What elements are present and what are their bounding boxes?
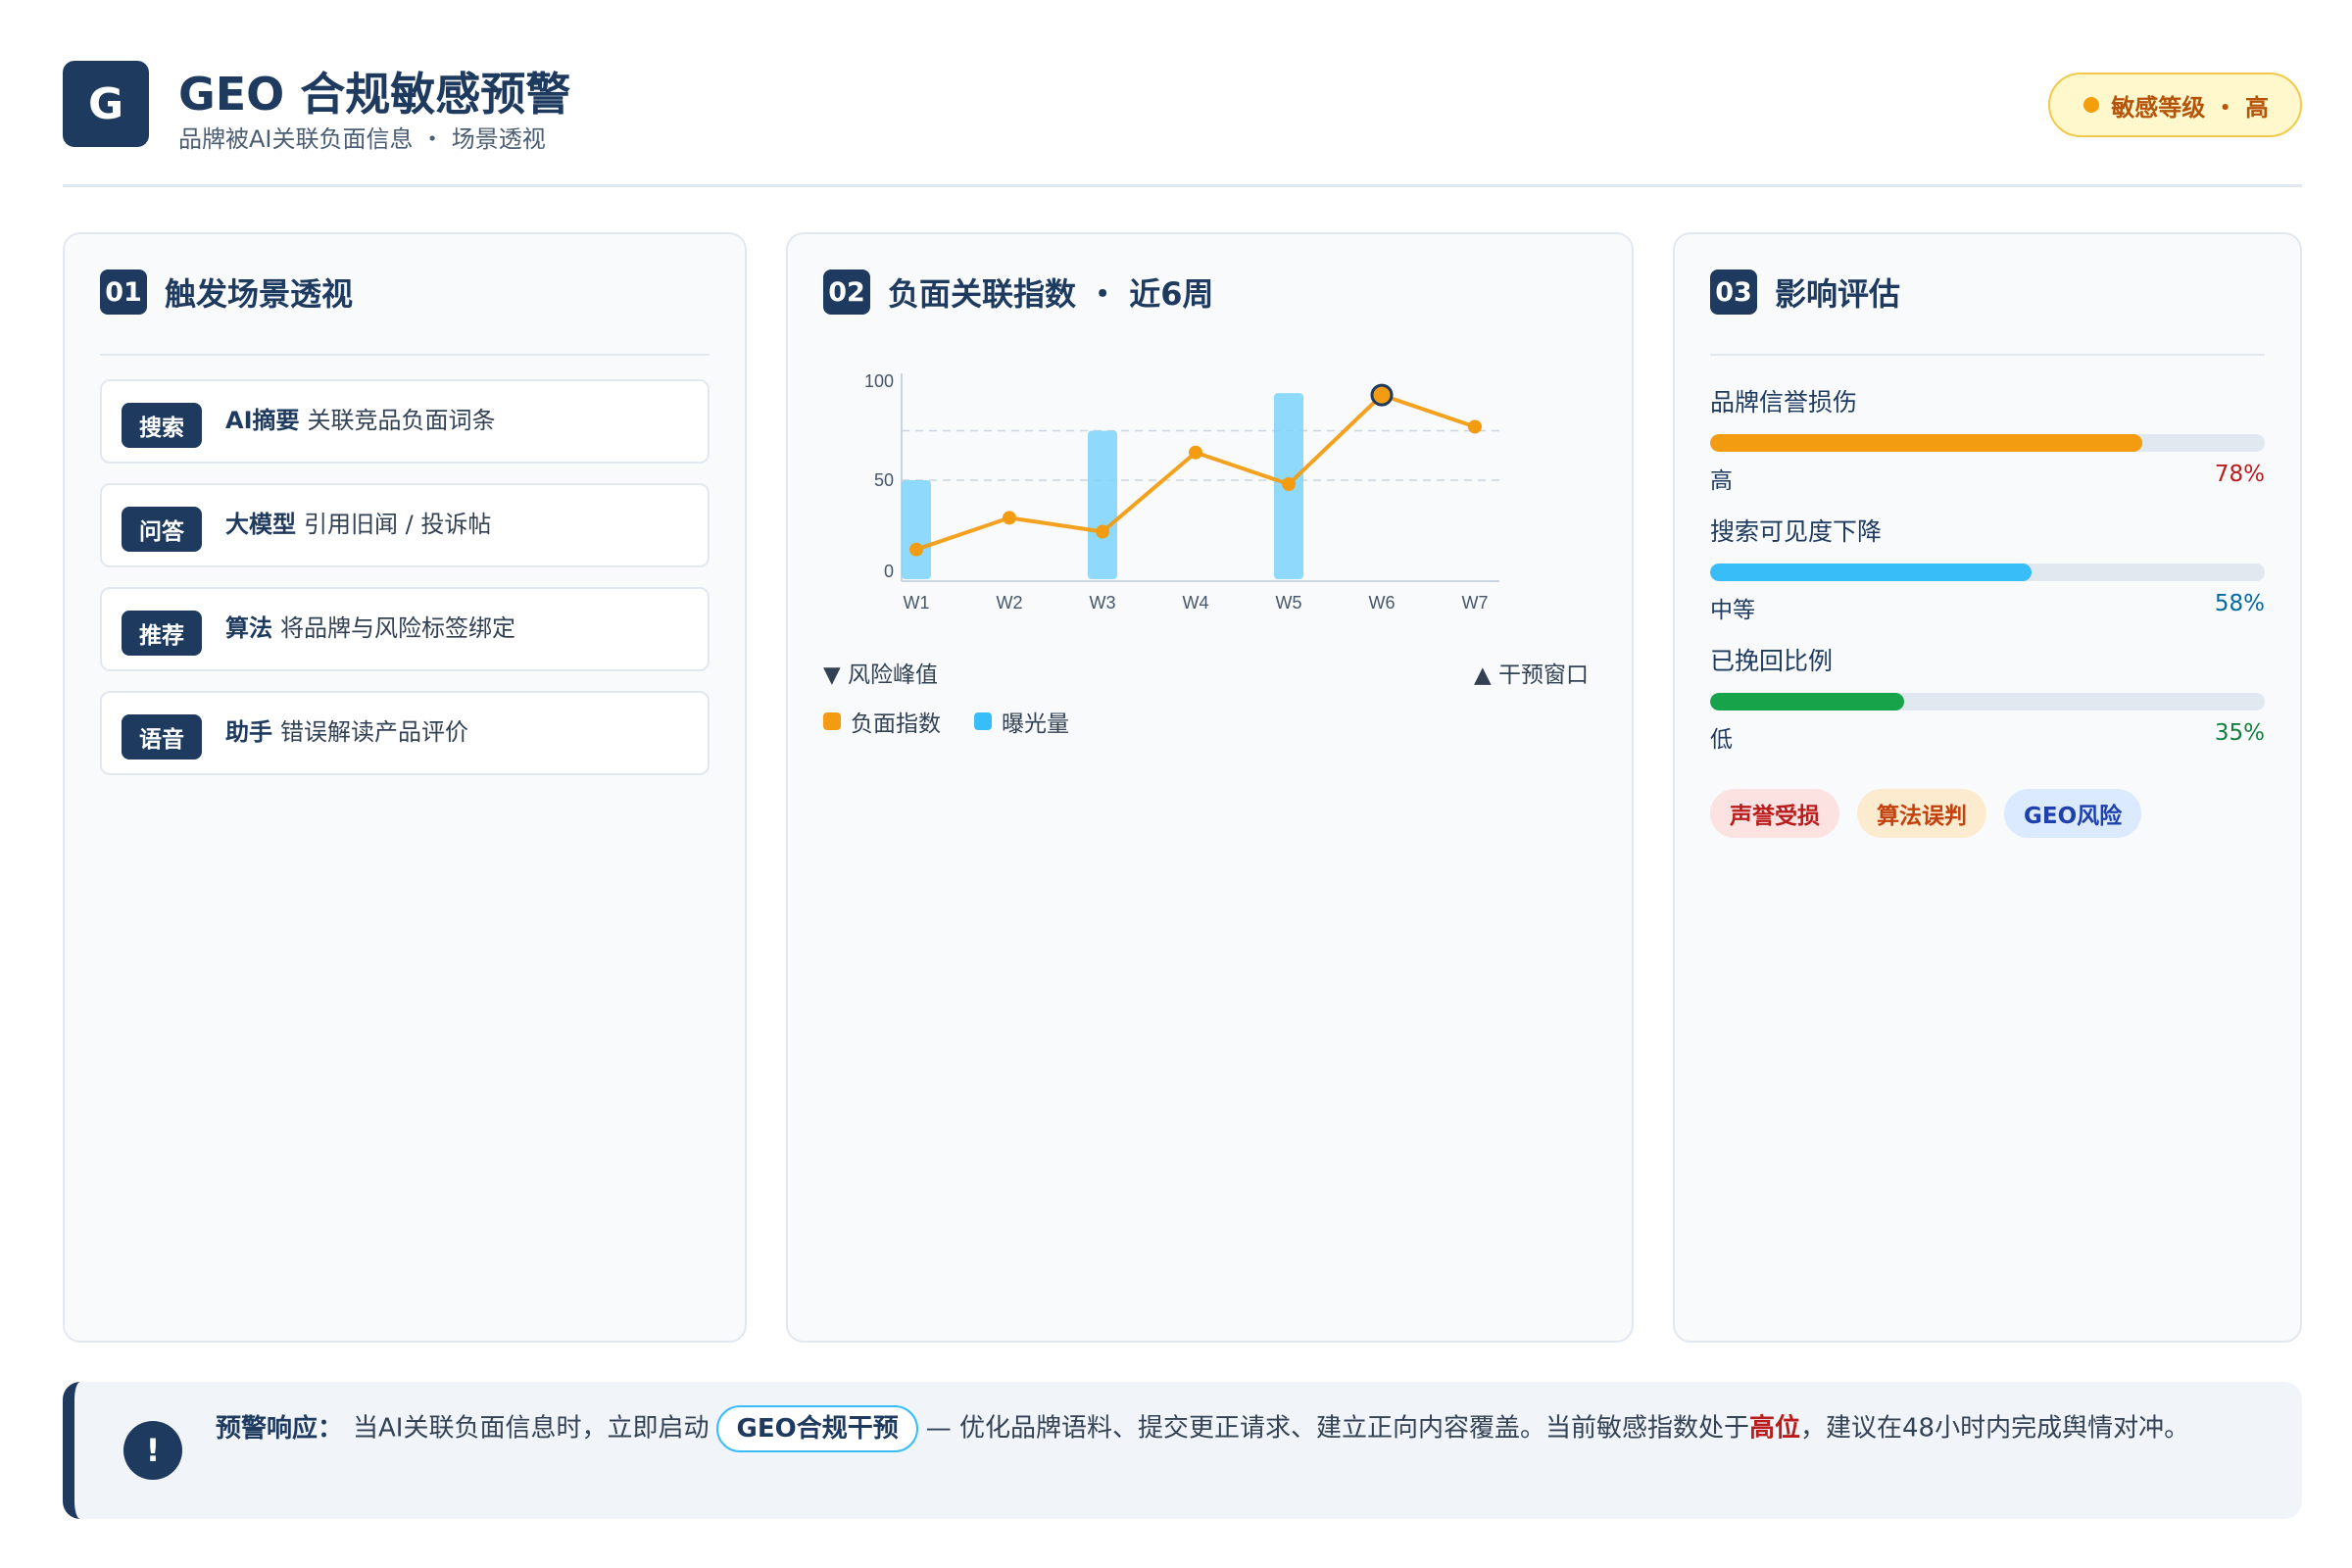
chart-bar [902,480,931,579]
metric-label: 搜索可见度下降 [1710,517,1883,546]
chart-bar [1088,430,1117,579]
chart-x-tick-label: W4 [1183,593,1209,612]
header-divider [63,184,2302,187]
metric-search-visibility: 搜索可见度下降 中等 58% [1710,513,2265,623]
chart-x-tick-label: W1 [904,593,930,612]
section-number-badge: 01 [100,270,147,315]
scenario-card: 01 触发场景透视 搜索 AI摘要 关联竞品负面词条 问答 大模型 引用旧闻 / 投… [63,232,747,1343]
metric-progress-track [1710,693,2265,710]
alert-message: 预警响应： 当AI关联负面信息时，立即启动 GEO合规干预 — 优化品牌语料、提交更正… [216,1405,2283,1452]
risk-tag-algorithm[interactable]: 算法误判 [1857,789,1986,838]
legend-item-negative-index: 负面指数 [823,705,941,738]
chart-y-tick-label: 50 [874,470,894,490]
metric-level: 高 [1710,468,1733,494]
chart-point [1189,445,1202,460]
metric-percent: 58% [2214,591,2265,616]
intervention-window-note: ▲ 干预窗口 [1474,662,1589,688]
chart-line [915,393,1476,552]
metric-progress-track [1710,434,2265,452]
metric-level: 中等 [1710,598,1755,623]
metric-label: 已挽回比例 [1710,647,1834,675]
negative-index-card: 02 负面关联指数 ・ 近6周 0 50 100 W1 W2 W3 W4 W5 W6 W7 ▼ 风… [786,232,1634,1343]
chart-y-tick-label: 0 [884,562,894,581]
page-title: GEO 合规敏感预警 [178,68,571,121]
scenario-tag: 推荐 [122,611,202,656]
negative-index-chart: 0 50 100 W1 W2 W3 W4 W5 W6 W7 [864,371,1499,612]
warning-dot-icon [2083,97,2100,113]
metric-footer: 高 78% [1710,462,2265,494]
risk-tag-reputation[interactable]: 声誉受损 [1710,789,1839,838]
scenario-text: 算法 将品牌与风险标签绑定 [225,614,515,642]
legend-item-exposure: 曝光量 [974,705,1069,738]
geo-intervention-chip[interactable]: GEO合规干预 [716,1405,918,1452]
section-title: 负面关联指数 ・ 近6周 [888,275,1214,313]
alert-text-mid: — 优化品牌语料、提交更正请求、建立正向内容覆盖。当前敏感指数处于 [925,1413,1749,1444]
metric-recovery-ratio: 已挽回比例 低 35% [1710,642,2265,753]
risk-peak-note: ▼ 风险峰值 [823,662,938,688]
alert-text-after: ，建议在48小时内完成舆情对冲。 [1799,1413,2190,1444]
chart-y-tick-label: 100 [864,371,894,391]
legend-label: 曝光量 [1002,711,1069,737]
section-divider [100,354,710,356]
sensitivity-level-badge: 敏感等级 ・ 高 [2048,73,2302,137]
risk-tag-geo[interactable]: GEO风险 [2004,789,2142,838]
alert-exclamation-icon: ! [123,1421,182,1480]
scenario-item-voice[interactable]: 语音 助手 错误解读产品评价 [100,691,710,775]
sensitivity-level-label: 敏感等级 ・ 高 [2111,93,2269,122]
chart-x-tick-label: W2 [997,593,1023,612]
metric-progress-fill [1710,434,2143,452]
chart-point [1468,419,1482,434]
scenario-text: AI摘要 关联竞品负面词条 [225,407,496,434]
scenario-tag: 搜索 [122,403,202,448]
section-divider [1710,354,2265,356]
chart-x-tick-label: W3 [1090,593,1116,612]
alert-lead: 预警响应： [216,1413,344,1444]
risk-tag-row: 声誉受损 算法误判 GEO风险 [1710,789,2159,838]
page-header: G GEO 合规敏感预警 品牌被AI关联负面信息 ・ 场景透视 敏感等级 ・ 高 [63,59,2302,153]
scenario-item-recommend[interactable]: 推荐 算法 将品牌与风险标签绑定 [100,587,710,671]
alert-text-before: 当AI关联负面信息时，立即启动 [353,1413,710,1444]
scenario-tag: 语音 [122,714,202,760]
metric-footer: 中等 58% [1710,591,2265,623]
metric-percent: 78% [2214,462,2265,487]
chart-point [1282,477,1296,492]
section-title: 影响评估 [1775,275,1901,313]
section-title: 触发场景透视 [165,275,354,313]
section-number-badge: 03 [1710,270,1757,315]
metric-level: 低 [1710,727,1733,753]
metric-progress-track [1710,564,2265,581]
app-logo: G [63,61,149,147]
chart-point [1003,511,1016,525]
scenario-card-header: 01 触发场景透视 [100,270,353,315]
page-subtitle: 品牌被AI关联负面信息 ・ 场景透视 [178,125,546,153]
chart-point [909,542,923,557]
scenario-text: 助手 错误解读产品评价 [225,718,468,746]
impact-card: 03 影响评估 品牌信誉损伤 高 78% 搜索可见度下降 中等 58% 已挽回比… [1673,232,2302,1343]
section-number-badge: 02 [823,270,870,315]
metric-footer: 低 35% [1710,720,2265,753]
metric-progress-fill [1710,693,1905,710]
legend-swatch-blue [974,712,992,730]
alert-banner: ! 预警响应： 当AI关联负面信息时，立即启动 GEO合规干预 — 优化品牌语料、提交… [63,1382,2302,1519]
chart-x-tick-label: W7 [1462,593,1489,612]
chart-point [1096,524,1109,539]
alert-highlight: 高位 [1748,1413,1800,1444]
chart-x-tick-label: W6 [1369,593,1396,612]
scenario-item-search[interactable]: 搜索 AI摘要 关联竞品负面词条 [100,379,710,464]
metric-percent: 35% [2214,720,2265,746]
legend-label: 负面指数 [851,711,941,737]
metric-label: 品牌信誉损伤 [1710,388,1858,416]
legend-swatch-orange [823,712,841,730]
chart-card-header: 02 负面关联指数 ・ 近6周 [823,270,1214,315]
impact-card-header: 03 影响评估 [1710,270,1900,315]
chart-x-tick-label: W5 [1276,593,1302,612]
metric-progress-fill [1710,564,2033,581]
metric-brand-reputation: 品牌信誉损伤 高 78% [1710,383,2265,494]
scenario-tag: 问答 [122,507,202,552]
chart-peak-point [1370,383,1394,407]
scenario-item-qa[interactable]: 问答 大模型 引用旧闻 / 投诉帖 [100,483,710,567]
chart-legend: 负面指数 曝光量 [823,705,1102,738]
scenario-text: 大模型 引用旧闻 / 投诉帖 [225,511,492,538]
